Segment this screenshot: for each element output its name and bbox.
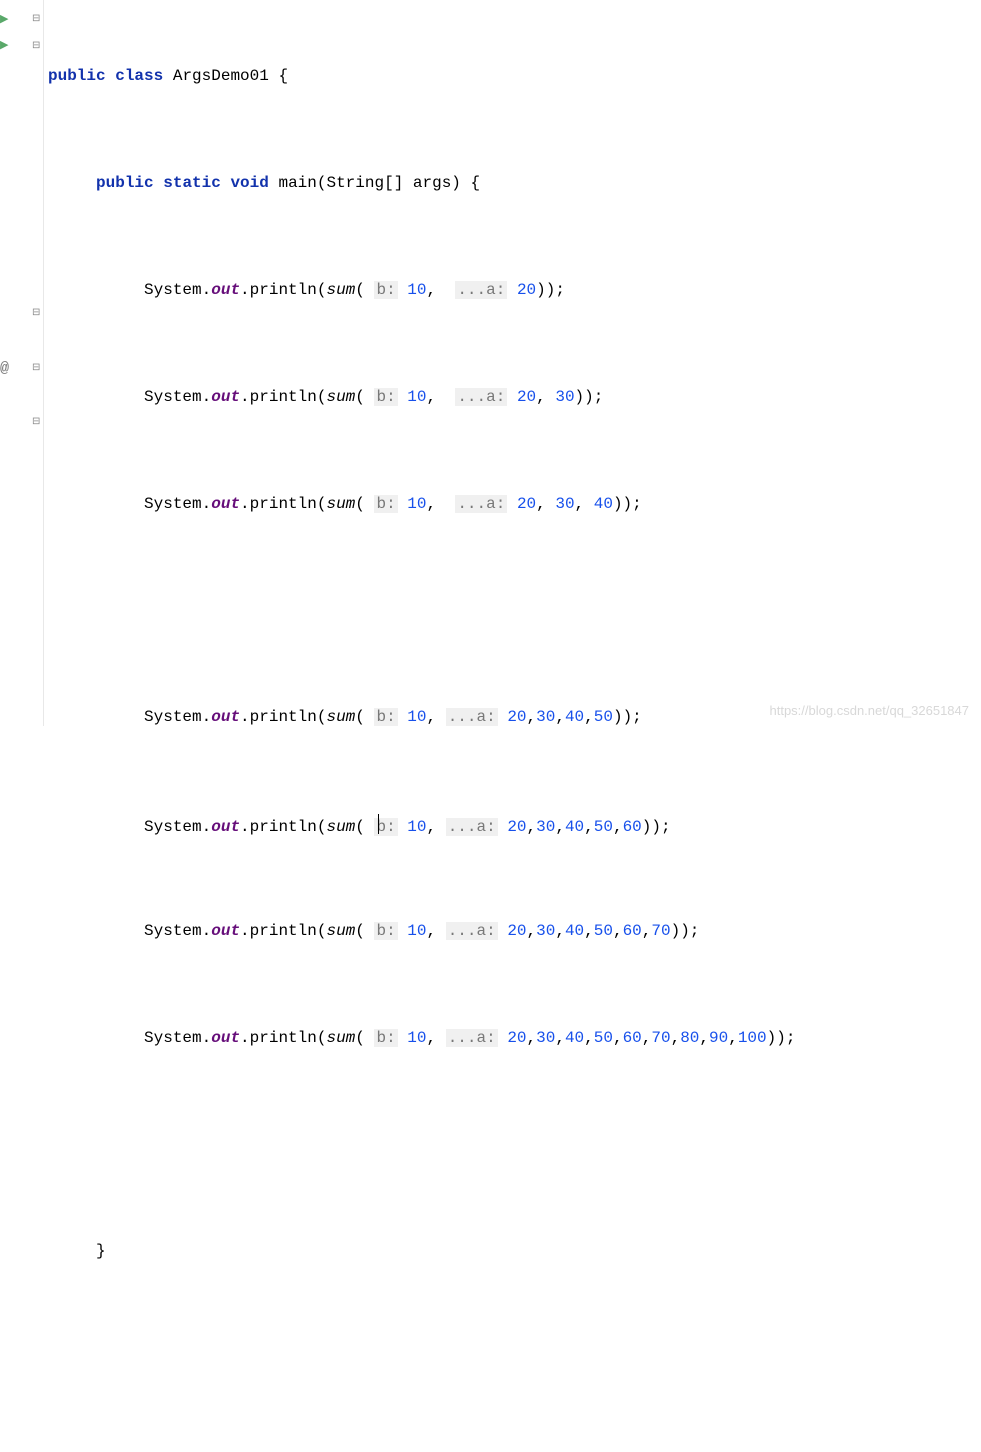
code-editor[interactable]: public class ArgsDemo01 { public static … — [44, 0, 981, 726]
editor-gutter: ▶ ▶ ⊟ ⊟ ⊟ @ ⊟ ⊟ — [0, 0, 44, 726]
close-brace: } — [96, 1242, 106, 1260]
watermark-text: https://blog.csdn.net/qq_32651847 — [770, 703, 970, 718]
run-arrow-icon[interactable]: ▶ — [0, 38, 8, 52]
class-name: ArgsDemo01 — [173, 67, 269, 85]
fold-icon[interactable]: ⊟ — [32, 40, 40, 52]
run-arrow-icon[interactable]: ▶ — [0, 12, 8, 26]
fold-icon[interactable]: ⊟ — [32, 13, 40, 25]
fold-icon[interactable]: ⊟ — [32, 416, 40, 428]
override-icon[interactable]: @ — [0, 360, 9, 377]
text-cursor-icon — [378, 814, 379, 834]
fold-icon[interactable]: ⊟ — [32, 307, 40, 319]
fold-icon[interactable]: ⊟ — [32, 362, 40, 374]
keyword-class: class — [115, 67, 163, 85]
keyword-public: public — [48, 67, 106, 85]
